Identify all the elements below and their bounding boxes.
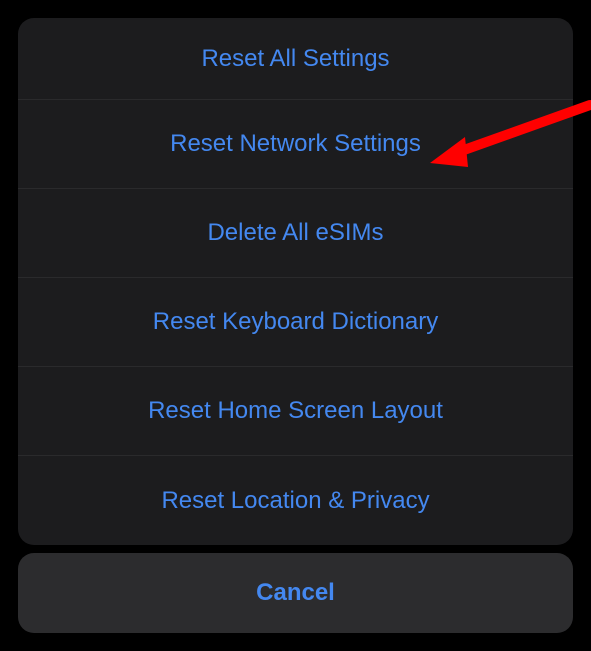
option-label: Reset Network Settings [170,130,421,158]
option-label: Delete All eSIMs [207,219,383,247]
option-label: Reset Home Screen Layout [148,397,443,425]
option-label: Reset All Settings [201,45,389,73]
reset-all-settings-option[interactable]: Reset All Settings [18,18,573,100]
cancel-label: Cancel [256,579,335,607]
reset-keyboard-dictionary-option[interactable]: Reset Keyboard Dictionary [18,278,573,367]
option-label: Reset Keyboard Dictionary [153,308,438,336]
delete-all-esims-option[interactable]: Delete All eSIMs [18,189,573,278]
reset-home-screen-layout-option[interactable]: Reset Home Screen Layout [18,367,573,456]
reset-action-sheet: Reset All Settings Reset Network Setting… [18,18,573,545]
reset-location-privacy-option[interactable]: Reset Location & Privacy [18,456,573,545]
reset-network-settings-option[interactable]: Reset Network Settings [18,100,573,189]
option-label: Reset Location & Privacy [161,487,429,515]
cancel-button[interactable]: Cancel [18,553,573,633]
